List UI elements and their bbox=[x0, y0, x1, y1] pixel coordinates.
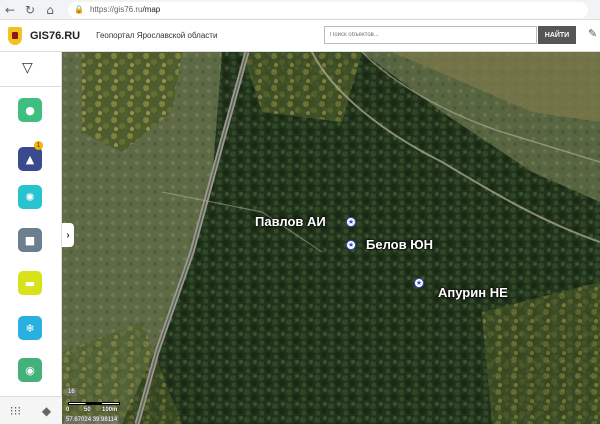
back-icon[interactable]: ← bbox=[0, 0, 20, 20]
snowflake-icon: ❄ bbox=[25, 321, 35, 335]
filter-icon[interactable]: ▽ bbox=[22, 60, 38, 76]
scale-tick-50: 50 bbox=[84, 407, 91, 413]
map-label-belov: Белов ЮН bbox=[366, 237, 433, 252]
satellite-map[interactable]: Павлов АИ ★ ★ Белов ЮН ★ Апурин НЕ 16 0 … bbox=[62, 52, 600, 424]
scale-tick-100: 100m bbox=[102, 407, 118, 413]
layer-badge: 1 bbox=[34, 141, 43, 150]
sidebar-bottom-bar: ⁝⁝⁝ ◆ bbox=[0, 396, 62, 424]
site-header: GIS76.RU Геопортал Ярославской области Н… bbox=[0, 20, 600, 52]
address-bar[interactable]: 🔒 https://gis76.ru /map bbox=[68, 1, 588, 18]
scale-tick-0: 0 bbox=[66, 407, 70, 413]
search-button[interactable]: НАЙТИ bbox=[538, 26, 576, 44]
map-marker-star-icon[interactable]: ★ bbox=[414, 278, 424, 288]
layer-sun-button[interactable]: ✺ bbox=[18, 185, 42, 209]
layer-chat-button[interactable]: ▬ bbox=[18, 271, 42, 295]
layer-globe-button[interactable]: ● bbox=[18, 98, 42, 122]
eraser-icon[interactable]: ◆ bbox=[31, 397, 62, 424]
scale-bar-graphic bbox=[68, 402, 120, 405]
browser-toolbar: ← ↻ ⌂ 🔒 https://gis76.ru /map bbox=[0, 0, 600, 20]
zoom-level: 16 bbox=[66, 388, 77, 396]
map-label-pavlov: Павлов АИ bbox=[255, 214, 326, 229]
scale-bar: 0 50 100m bbox=[66, 398, 124, 414]
cursor-coordinates: 57.67024 39.98114 bbox=[64, 416, 120, 424]
camera-icon: ■ bbox=[24, 233, 36, 247]
globe-icon: ● bbox=[25, 103, 35, 117]
monument-icon: ▲ bbox=[25, 152, 35, 166]
home-icon[interactable]: ⌂ bbox=[40, 0, 60, 20]
layer-snowflake-button[interactable]: ❄ bbox=[18, 316, 42, 340]
sidebar-divider bbox=[0, 86, 62, 87]
url-host: https://gis76.ru bbox=[89, 5, 143, 14]
layers-sidebar: ▽ ● ▲ 1 ✺ ■ ▬ ❄ ◉ bbox=[0, 52, 62, 424]
brand-title[interactable]: GIS76.RU bbox=[30, 30, 80, 42]
chat-icon: ▬ bbox=[24, 276, 36, 290]
url-path: /map bbox=[142, 5, 161, 14]
map-label-apurin: Апурин НЕ bbox=[438, 285, 508, 300]
map-marker-star-icon[interactable]: ★ bbox=[346, 217, 356, 227]
paperclip-icon[interactable]: ✎ bbox=[588, 27, 597, 40]
location-pin-icon: ◉ bbox=[25, 363, 35, 377]
layer-camera-button[interactable]: ■ bbox=[18, 228, 42, 252]
sidebar-toggle-chevron-icon[interactable]: › bbox=[62, 223, 74, 247]
site-subtitle: Геопортал Ярославской области bbox=[96, 31, 218, 40]
map-marker-star-icon[interactable]: ★ bbox=[346, 240, 356, 250]
coat-of-arms-logo[interactable] bbox=[8, 26, 22, 45]
search-input[interactable] bbox=[324, 26, 537, 44]
layer-location-button[interactable]: ◉ bbox=[18, 358, 42, 382]
reload-icon[interactable]: ↻ bbox=[20, 0, 40, 20]
grid-icon[interactable]: ⁝⁝⁝ bbox=[0, 397, 31, 424]
sun-icon: ✺ bbox=[25, 190, 35, 204]
lock-icon: 🔒 bbox=[74, 5, 84, 14]
satellite-imagery bbox=[62, 52, 600, 424]
layer-monuments-button[interactable]: ▲ 1 bbox=[18, 141, 43, 171]
